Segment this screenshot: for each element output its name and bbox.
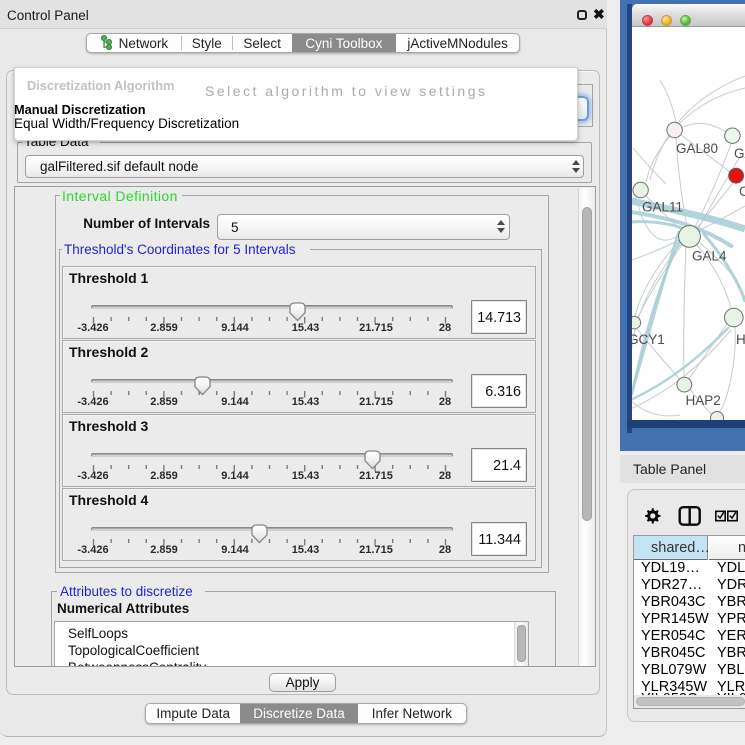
- svg-text:C: C: [739, 184, 745, 199]
- svg-text:GAL80: GAL80: [676, 141, 718, 156]
- svg-text:HAP2: HAP2: [686, 393, 721, 408]
- svg-text:GAL11: GAL11: [642, 200, 683, 215]
- svg-text:GAL4: GAL4: [692, 249, 727, 264]
- svg-text:GA: GA: [734, 146, 745, 161]
- svg-text:GCY1: GCY1: [632, 332, 665, 347]
- svg-text:H: H: [736, 332, 745, 347]
